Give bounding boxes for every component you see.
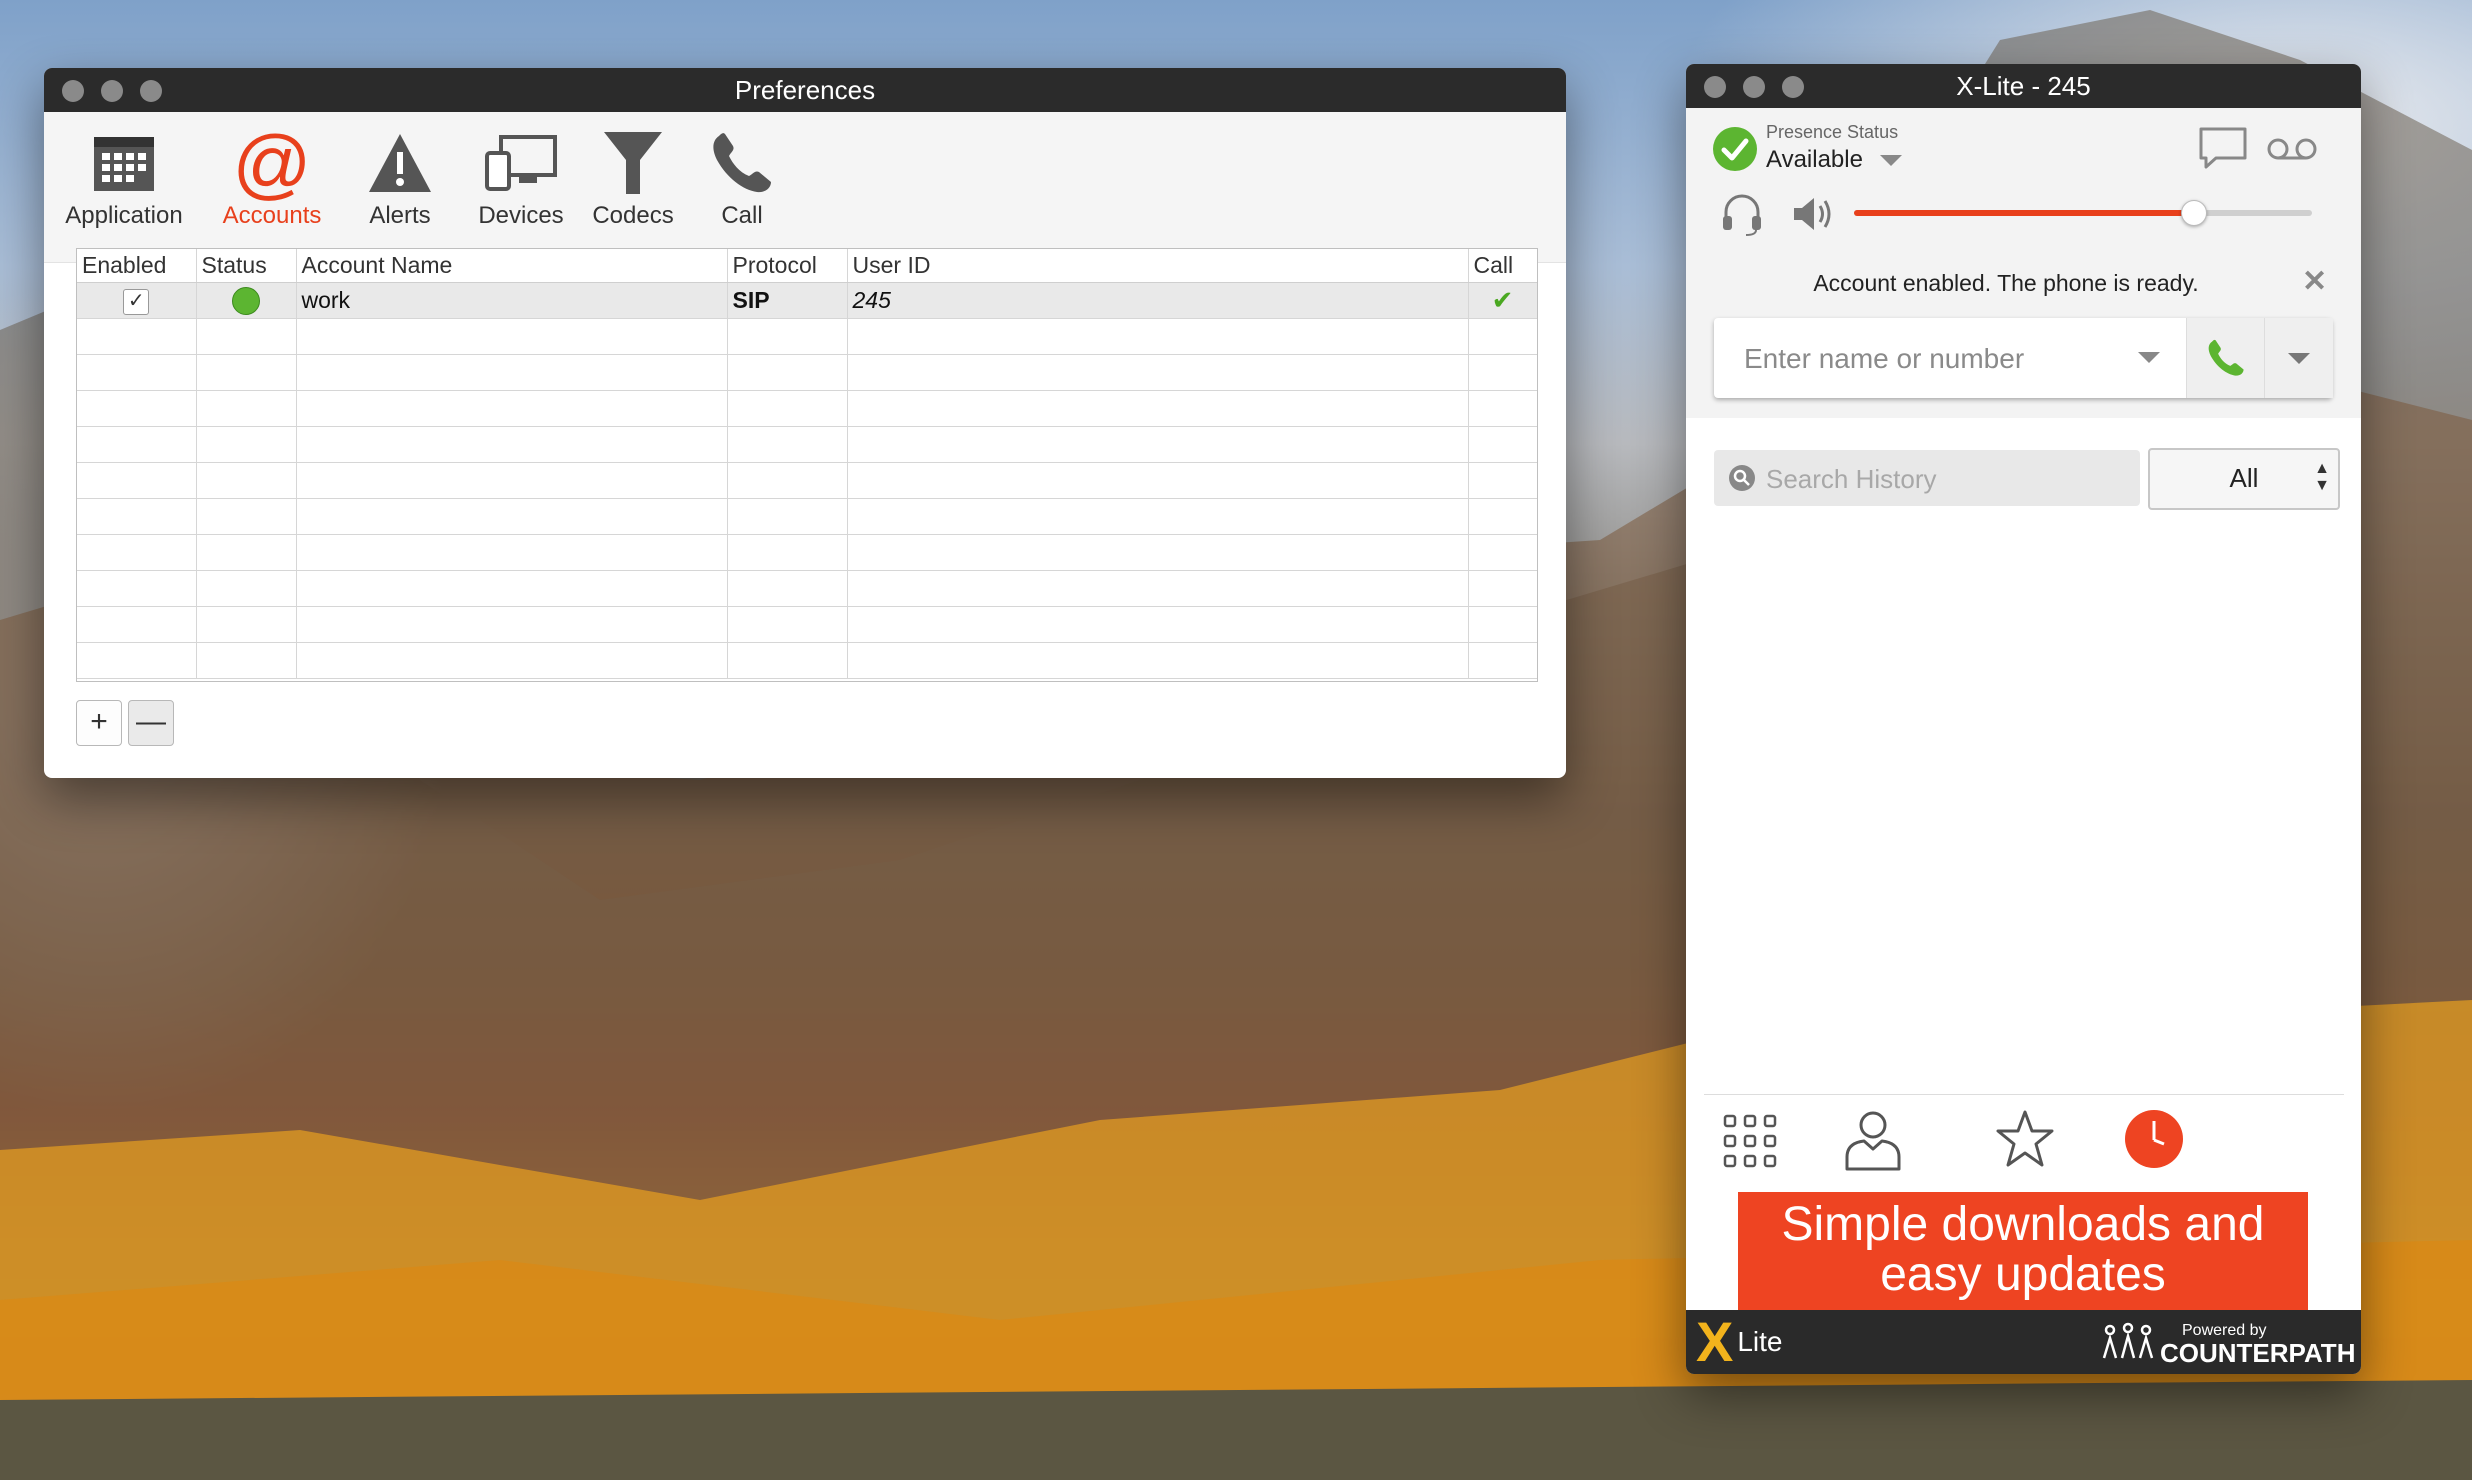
filter-value: All (2229, 463, 2259, 493)
funnel-icon (604, 132, 662, 194)
tab-accounts-label: Accounts (222, 202, 322, 229)
promo-line-2: easy updates (1880, 1248, 2166, 1301)
table-row (77, 426, 1537, 463)
column-account-name[interactable]: Account Name (296, 249, 728, 283)
presence-status-label: Presence Status (1766, 122, 1899, 142)
bottom-navigation (1704, 1094, 2344, 1185)
tab-application[interactable]: Application (64, 124, 184, 230)
add-account-button[interactable]: + (76, 700, 122, 746)
headset-icon[interactable] (1720, 192, 1764, 236)
status-online-icon (232, 286, 260, 315)
table-row (77, 642, 1537, 679)
dialpad-icon[interactable] (1722, 1113, 1778, 1169)
table-row (77, 498, 1537, 535)
search-icon (1729, 465, 1755, 491)
promo-line-1: Simple downloads and (1781, 1198, 2265, 1251)
dial-bar (1714, 318, 2333, 400)
close-icon[interactable]: ✕ (2302, 264, 2327, 299)
user-id-cell[interactable]: 245 (847, 282, 1469, 319)
column-status[interactable]: Status (196, 249, 297, 283)
volume-slider-handle[interactable] (2180, 200, 2207, 226)
preferences-toolbar: Application @ Accounts Alerts Devices Co… (44, 112, 1566, 263)
updown-arrows-icon: ▲ ▼ (2314, 460, 2330, 494)
xlite-logo: X Lite (1696, 1310, 1783, 1373)
xlite-titlebar[interactable]: X-Lite - 245 (1686, 64, 2361, 108)
speaker-icon[interactable] (1790, 194, 1834, 234)
tab-devices[interactable]: Devices (456, 124, 586, 230)
call-button[interactable] (2186, 318, 2265, 398)
promo-banner[interactable]: Simple downloads and easy updates (1738, 1192, 2308, 1310)
xlite-window: X-Lite - 245 Presence Status Available A… (1686, 64, 2361, 1374)
account-name-cell[interactable]: work (296, 282, 728, 319)
volume-slider-fill (1854, 210, 2193, 216)
chevron-down-icon (1879, 155, 1902, 167)
table-header-row: Enabled Status Account Name Protocol Use… (77, 249, 1537, 283)
xlite-logo-text: Lite (1737, 1326, 1783, 1357)
presence-status-dropdown[interactable]: Available (1766, 146, 1902, 174)
table-row[interactable]: ✓ work SIP 245 ✔ (77, 282, 1537, 319)
tab-accounts[interactable]: @ Accounts (212, 124, 332, 230)
table-row (77, 354, 1537, 391)
table-row (77, 318, 1537, 355)
status-cell (196, 282, 297, 319)
tab-codecs[interactable]: Codecs (578, 124, 688, 230)
history-clock-icon[interactable] (2124, 1109, 2184, 1169)
preferences-window: Preferences Application @ Accounts Alert… (44, 68, 1566, 778)
preferences-titlebar[interactable]: Preferences (44, 68, 1566, 112)
favorites-star-icon[interactable] (1994, 1109, 2056, 1169)
counterpath-people-icon (2102, 1322, 2154, 1359)
tab-devices-label: Devices (478, 202, 564, 229)
calendar-grid-icon (94, 137, 154, 191)
enabled-cell: ✓ (77, 282, 197, 319)
column-protocol[interactable]: Protocol (727, 249, 848, 283)
available-check-icon (1713, 127, 1757, 171)
tab-application-label: Application (65, 202, 183, 229)
chat-bubble-icon[interactable] (2198, 126, 2248, 170)
voicemail-icon[interactable] (2266, 136, 2318, 162)
table-row (77, 462, 1537, 499)
enabled-checkbox[interactable]: ✓ (123, 289, 150, 315)
column-enabled[interactable]: Enabled (77, 249, 197, 283)
chevron-down-icon (2288, 353, 2310, 364)
accounts-table: Enabled Status Account Name Protocol Use… (76, 248, 1538, 682)
monitor-phone-icon (485, 135, 557, 191)
phone-call-icon (2208, 339, 2244, 376)
table-row (77, 570, 1537, 607)
call-options-button[interactable] (2264, 318, 2333, 398)
tab-call[interactable]: Call (692, 124, 792, 230)
status-message: Account enabled. The phone is ready. (1813, 270, 2199, 296)
call-check-icon: ✔ (1468, 282, 1537, 319)
presence-value: Available (1766, 146, 1863, 173)
tab-alerts-label: Alerts (369, 202, 431, 229)
tab-alerts[interactable]: Alerts (350, 124, 450, 230)
volume-slider[interactable] (1854, 200, 2312, 226)
history-filter-select[interactable]: All ▲ ▼ (2148, 448, 2340, 510)
table-row (77, 534, 1537, 571)
at-sign-icon: @ (232, 119, 312, 207)
counterpath-brand: COUNTERPATH (2160, 1338, 2356, 1368)
dial-history-chevron-icon[interactable] (2138, 352, 2160, 363)
column-user-id[interactable]: User ID (847, 249, 1469, 283)
tab-codecs-label: Codecs (592, 202, 674, 229)
search-history-field[interactable] (1714, 450, 2140, 508)
window-title: Preferences (734, 75, 876, 105)
warning-icon (369, 134, 431, 192)
remove-account-button[interactable]: — (128, 700, 174, 746)
xlite-footer: X Lite Powered by COUNTERPATH (1686, 1310, 2361, 1374)
contacts-icon[interactable] (1844, 1109, 1902, 1171)
protocol-cell: SIP (727, 282, 848, 319)
tab-call-label: Call (721, 202, 763, 229)
table-row (77, 606, 1537, 643)
column-call[interactable]: Call (1468, 249, 1537, 283)
search-history-input[interactable] (1764, 450, 2128, 508)
table-row (77, 390, 1537, 427)
phone-icon (713, 133, 771, 193)
xlite-header-panel: Presence Status Available Account enable… (1686, 108, 2361, 418)
history-list (1704, 524, 2344, 1084)
xlite-logo-x: X (1696, 1310, 1734, 1373)
window-title: X-Lite - 245 (1956, 71, 2091, 101)
